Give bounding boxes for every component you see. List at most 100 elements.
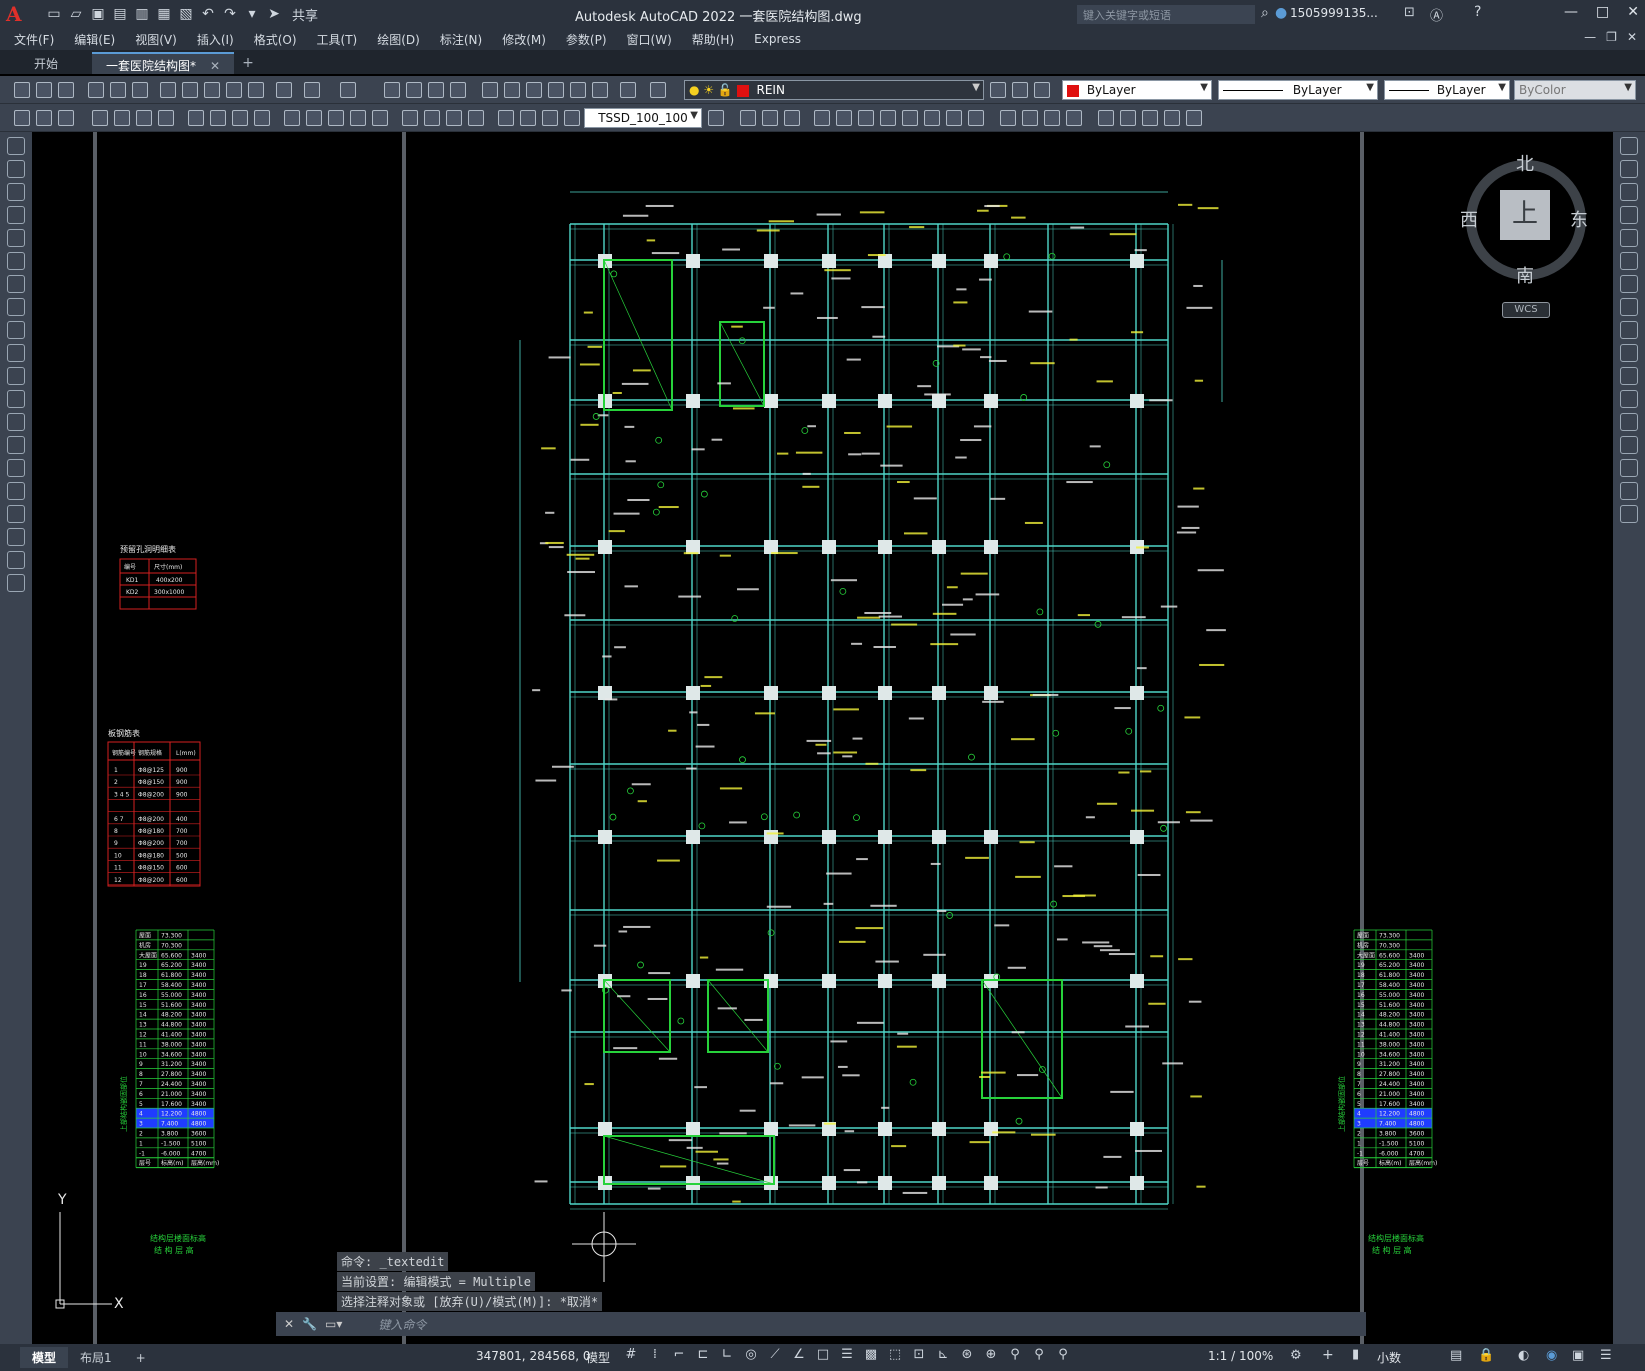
jogged-dim-icon[interactable] (210, 110, 226, 126)
selection-filter-icon[interactable]: ⊛ (960, 1347, 974, 1363)
dim-style-manager-icon[interactable] (708, 110, 724, 126)
make-current-icon[interactable] (990, 82, 1006, 98)
chamfer-icon[interactable] (1620, 436, 1638, 454)
viewcube-south[interactable]: 南 (1516, 262, 1534, 288)
center-mark-icon[interactable] (424, 110, 440, 126)
markup-icon[interactable] (570, 82, 586, 98)
tab-drawing[interactable]: 一套医院结构图* ✕ (92, 52, 235, 74)
paste-icon[interactable] (204, 82, 220, 98)
tolerance-icon[interactable] (402, 110, 418, 126)
user-name[interactable]: 1505999135... (1290, 6, 1378, 20)
isodraft-icon[interactable]: ⟋ (768, 1347, 782, 1363)
text-front-icon[interactable] (1186, 110, 1202, 126)
redo-icon[interactable]: ↷ (222, 6, 238, 22)
paste-block-icon[interactable] (226, 82, 242, 98)
angular-dim-icon[interactable] (254, 110, 270, 126)
menu-window[interactable]: 窗口(W) (627, 31, 672, 48)
circle-icon[interactable] (7, 275, 25, 293)
fillet-icon[interactable] (1620, 459, 1638, 477)
clean-screen-icon[interactable]: ▣ (1572, 1348, 1584, 1363)
properties-icon[interactable] (482, 82, 498, 98)
tool-icon[interactable] (58, 110, 74, 126)
redo-icon[interactable] (340, 82, 356, 98)
array-icon[interactable] (836, 110, 852, 126)
dim-break-icon[interactable] (372, 110, 388, 126)
viewcube-top-face[interactable]: 上 (1500, 190, 1550, 240)
add-layout-icon[interactable]: + (124, 1349, 158, 1367)
otrack-icon[interactable]: ∠ (792, 1347, 806, 1363)
zoom-window-icon[interactable] (428, 82, 444, 98)
chamfer-icon[interactable] (1044, 110, 1060, 126)
draworder-icon[interactable] (1120, 110, 1136, 126)
revcloud-icon[interactable] (7, 298, 25, 316)
insert-block-icon[interactable] (7, 390, 25, 408)
menu-file[interactable]: 文件(F) (14, 31, 54, 48)
line-icon[interactable] (7, 137, 25, 155)
make-block-icon[interactable] (7, 413, 25, 431)
menu-dimension[interactable]: 标注(N) (440, 31, 482, 48)
zoom-realtime-icon[interactable] (406, 82, 422, 98)
layer-previous-icon[interactable] (1012, 82, 1028, 98)
move-icon[interactable] (858, 110, 874, 126)
arc-dim-icon[interactable] (136, 110, 152, 126)
customization-icon[interactable]: ☰ (1600, 1348, 1612, 1363)
minimize-icon[interactable]: — (1564, 4, 1578, 20)
sheet-set-icon[interactable] (548, 82, 564, 98)
coordinates-readout[interactable]: 347801, 284568, 0 (476, 1349, 591, 1363)
continue-dim-icon[interactable] (328, 110, 344, 126)
add-selected-icon[interactable] (7, 574, 25, 592)
publish-icon[interactable] (132, 82, 148, 98)
fillet-icon[interactable] (1066, 110, 1082, 126)
layer-combo[interactable]: ● ☀ 🔓 REIN ▼ (684, 80, 984, 100)
offset-icon[interactable] (814, 110, 830, 126)
recent-commands-icon[interactable]: ▭▾ (325, 1317, 342, 1331)
doc-close-icon[interactable]: ✕ (1627, 30, 1637, 44)
ellipse-arc-icon[interactable] (7, 367, 25, 385)
menu-view[interactable]: 视图(V) (135, 31, 177, 48)
infer-icon[interactable]: ⌐ (672, 1347, 686, 1363)
match-prop-icon[interactable] (248, 82, 264, 98)
save-web-icon[interactable]: ▦ (156, 6, 172, 22)
tool-icon[interactable] (36, 110, 52, 126)
baseline-dim-icon[interactable] (306, 110, 322, 126)
tool-palettes-icon[interactable] (526, 82, 542, 98)
scale-icon[interactable] (902, 110, 918, 126)
copy-icon[interactable] (182, 82, 198, 98)
share-icon[interactable]: ➤ (266, 6, 282, 22)
menu-insert[interactable]: 插入(I) (197, 31, 234, 48)
ordinate-dim-icon[interactable] (158, 110, 174, 126)
viewcube-west[interactable]: 西 (1460, 206, 1478, 232)
polyline-icon[interactable] (7, 183, 25, 201)
print-icon[interactable]: ▧ (178, 6, 194, 22)
menu-draw[interactable]: 绘图(D) (377, 31, 420, 48)
polygon-icon[interactable] (7, 206, 25, 224)
undo-icon[interactable] (304, 82, 320, 98)
layer-properties-icon[interactable] (650, 82, 666, 98)
quick-dim-icon[interactable] (284, 110, 300, 126)
open-web-icon[interactable]: ▥ (134, 6, 150, 22)
dim-style-icon[interactable] (564, 110, 580, 126)
arc-icon[interactable] (7, 252, 25, 270)
xline-icon[interactable] (7, 160, 25, 178)
menu-modify[interactable]: 修改(M) (502, 31, 546, 48)
draworder-front-icon[interactable] (1142, 110, 1158, 126)
pan-icon[interactable] (384, 82, 400, 98)
polar-icon[interactable]: ◎ (744, 1347, 758, 1363)
viewcube-north[interactable]: 北 (1516, 150, 1534, 176)
preview-icon[interactable] (110, 82, 126, 98)
qnew-icon[interactable] (14, 82, 30, 98)
calculator-icon[interactable] (592, 82, 608, 98)
units-icon[interactable]: ▮ (1352, 1347, 1359, 1362)
annotation-visibility-icon[interactable]: ⚲ (1008, 1347, 1022, 1363)
extend-icon[interactable] (968, 110, 984, 126)
lineweight-icon[interactable]: ☰ (840, 1347, 854, 1363)
autocad-logo[interactable]: A (6, 3, 28, 25)
save-icon[interactable]: ▣ (90, 6, 106, 22)
erase-icon[interactable] (740, 110, 756, 126)
table-icon[interactable] (7, 528, 25, 546)
snap-icon[interactable]: ⁞ (648, 1347, 662, 1363)
ortho-icon[interactable]: ∟ (720, 1347, 734, 1363)
mirror-icon[interactable] (1620, 183, 1638, 201)
menu-help[interactable]: 帮助(H) (692, 31, 734, 48)
drawing-canvas[interactable]: 预留孔洞明细表 编号 尺寸(mm) KD1 400x200 KD2 300x10… (32, 132, 1613, 1344)
